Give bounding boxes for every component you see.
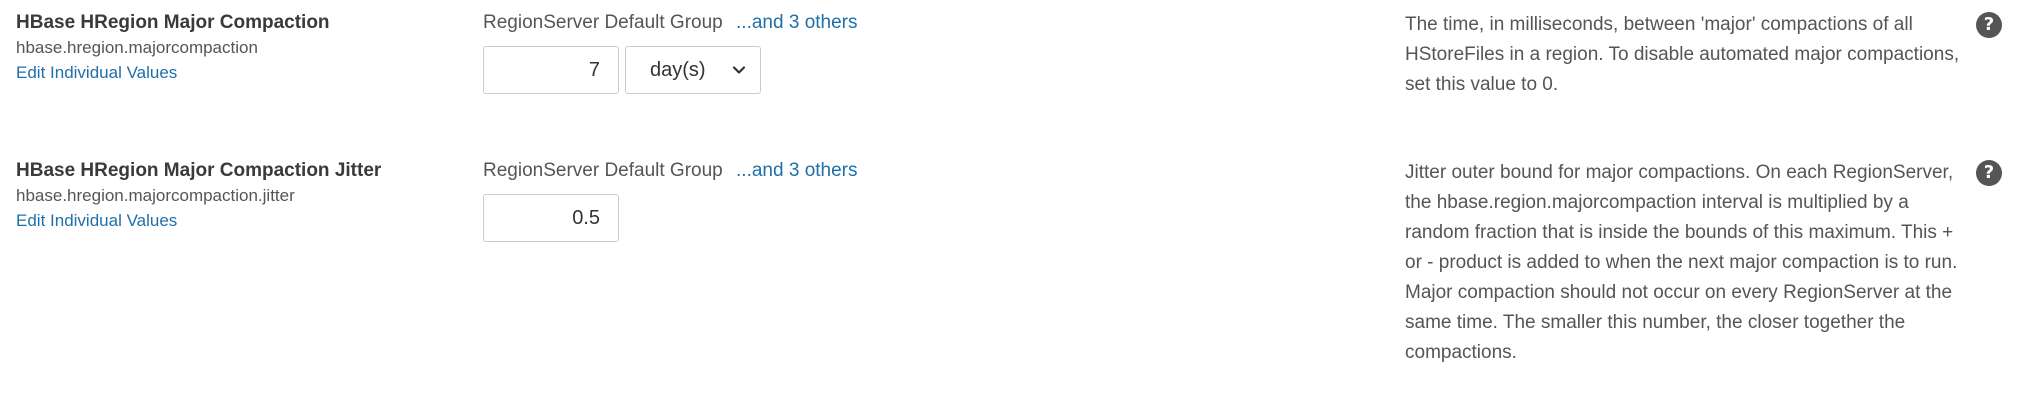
and-others-link[interactable]: ...and 3 others: [736, 12, 857, 33]
edit-individual-values-link[interactable]: Edit Individual Values: [16, 60, 456, 86]
chevron-down-icon: [732, 66, 746, 74]
role-group-name: RegionServer Default Group: [483, 12, 723, 33]
property-key: hbase.hregion.majorcompaction.jitter: [16, 186, 295, 205]
property-name-column: HBase HRegion Major Compaction Jitter hb…: [16, 158, 456, 234]
config-row-major-compaction-jitter: HBase HRegion Major Compaction Jitter hb…: [0, 148, 2020, 412]
help-circle-icon[interactable]: ?: [1976, 160, 2002, 186]
time-unit-select[interactable]: day(s): [625, 46, 761, 94]
role-group-name: RegionServer Default Group: [483, 160, 723, 181]
compaction-interval-input[interactable]: [483, 46, 619, 94]
help-circle-icon[interactable]: ?: [1976, 12, 2002, 38]
property-description: Jitter outer bound for major compactions…: [1405, 162, 1958, 363]
property-name-column: HBase HRegion Major Compaction hbase.hre…: [16, 10, 456, 86]
time-unit-selected: day(s): [650, 58, 706, 81]
value-inputs: day(s): [483, 46, 1243, 94]
value-inputs: [483, 194, 1243, 242]
property-value-column: RegionServer Default Group ...and 3 othe…: [483, 10, 1243, 94]
property-title: HBase HRegion Major Compaction: [16, 12, 330, 33]
property-key: hbase.hregion.majorcompaction: [16, 38, 258, 57]
group-line: RegionServer Default Group ...and 3 othe…: [483, 158, 1243, 184]
and-others-link[interactable]: ...and 3 others: [736, 160, 857, 181]
property-value-column: RegionServer Default Group ...and 3 othe…: [483, 158, 1243, 242]
jitter-value-input[interactable]: [483, 194, 619, 242]
group-line: RegionServer Default Group ...and 3 othe…: [483, 10, 1243, 36]
config-row-major-compaction: HBase HRegion Major Compaction hbase.hre…: [0, 0, 2020, 140]
property-description: The time, in milliseconds, between 'majo…: [1405, 14, 1960, 95]
property-title: HBase HRegion Major Compaction Jitter: [16, 160, 382, 181]
edit-individual-values-link[interactable]: Edit Individual Values: [16, 208, 456, 234]
